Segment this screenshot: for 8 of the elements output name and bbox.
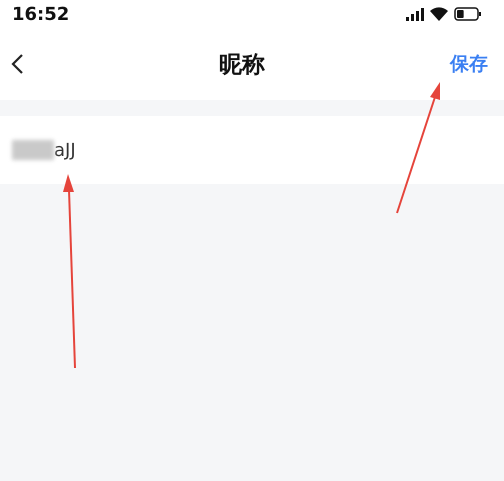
status-time: 16:52 (12, 4, 70, 24)
wifi-icon (430, 7, 448, 21)
save-button[interactable]: 保存 (444, 49, 494, 79)
signal-icon (406, 8, 424, 20)
back-icon[interactable] (10, 53, 24, 75)
battery-icon (454, 7, 482, 21)
page-title: 昵称 (218, 50, 266, 80)
nickname-field[interactable]: aJJ (54, 140, 76, 160)
